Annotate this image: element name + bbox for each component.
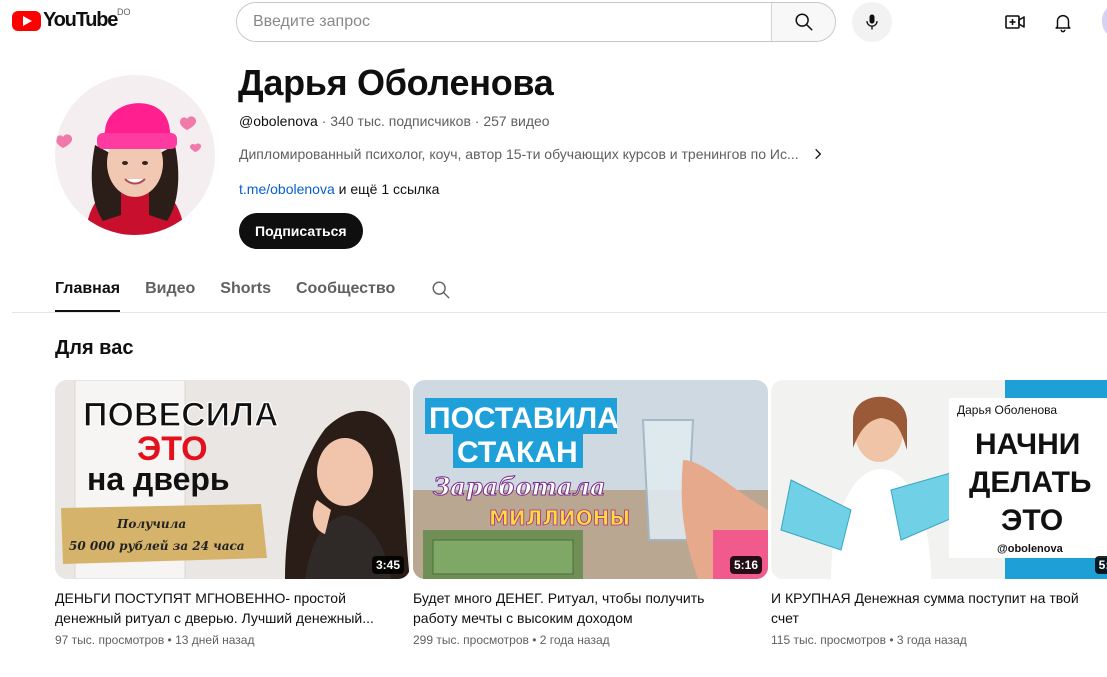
tab-shorts[interactable]: Shorts xyxy=(220,279,271,312)
thumb-text: НАЧНИ xyxy=(975,428,1080,461)
chevron-right-icon xyxy=(811,147,825,161)
view-count: 115 тыс. просмотров xyxy=(771,633,886,647)
subscribe-button[interactable]: Подписаться xyxy=(239,213,363,249)
thumb-text: ЭТО xyxy=(1001,504,1063,537)
thumb-text: СТАКАН xyxy=(457,436,578,469)
channel-stats: @obolenova · 340 тыс. подписчиков · 257 … xyxy=(239,113,550,129)
video-card[interactable]: Дарья Оболенова НАЧНИ ДЕЛАТЬ ЭТО @obolen… xyxy=(771,380,1107,647)
tab-search-button[interactable] xyxy=(430,279,452,312)
tab-home[interactable]: Главная xyxy=(55,279,121,312)
video-thumbnail[interactable]: Дарья Оболенова НАЧНИ ДЕЛАТЬ ЭТО @obolen… xyxy=(771,380,1107,579)
video-duration: 3:45 xyxy=(371,556,404,574)
create-button[interactable] xyxy=(1001,8,1029,36)
channel-handle: @obolenova xyxy=(239,113,318,129)
thumb-text: МИЛЛИОНЫ xyxy=(489,506,630,530)
thumb-text: @obolenova xyxy=(997,543,1064,555)
notifications-button[interactable] xyxy=(1049,8,1077,36)
tabs-divider xyxy=(12,312,1107,313)
upload-age: 2 года назад xyxy=(539,633,610,647)
video-duration: 5:16 xyxy=(729,556,762,574)
video-card[interactable]: ПОВЕСИЛА ЭТО на дверь Получила 50 000 ру… xyxy=(55,380,410,647)
youtube-wordmark: YouTube xyxy=(43,9,118,31)
telegram-link[interactable]: t.me/obolenova xyxy=(239,181,335,197)
thumb-text: ДЕЛАТЬ xyxy=(969,466,1092,499)
channel-name: Дарья Оболенова xyxy=(238,62,554,103)
upload-age: 13 дней назад xyxy=(175,633,255,647)
thumb-text: Заработала xyxy=(433,472,606,501)
video-meta: 97 тыс. просмотров • 13 дней назад xyxy=(55,633,255,647)
video-duration: 5:1 xyxy=(1094,556,1107,574)
subscriber-count: 340 тыс. подписчиков xyxy=(330,113,471,129)
voice-search-button[interactable] xyxy=(852,2,892,42)
channel-avatar xyxy=(55,75,215,235)
microphone-icon xyxy=(866,14,878,30)
video-title[interactable]: Будет много ДЕНЕГ. Ритуал, чтобы получит… xyxy=(413,588,768,628)
thumb-text: Получила xyxy=(116,517,186,531)
tab-community[interactable]: Сообщество xyxy=(296,279,395,312)
youtube-play-icon xyxy=(12,10,41,31)
thumb-text: на дверь xyxy=(87,461,230,497)
youtube-logo[interactable]: YouTube DO xyxy=(12,7,131,32)
channel-description[interactable]: Дипломированный психолог, коуч, автор 15… xyxy=(239,146,825,162)
thumb-text: Дарья Оболенова xyxy=(957,403,1057,417)
search-icon xyxy=(794,13,813,31)
video-thumbnail[interactable]: ПОСТАВИЛА СТАКАН Заработала МИЛЛИОНЫ 5:1… xyxy=(413,380,768,579)
bell-icon xyxy=(1055,14,1071,33)
channel-links: t.me/obolenova и ещё 1 ссылка xyxy=(239,181,439,197)
video-meta: 299 тыс. просмотров • 2 года назад xyxy=(413,633,610,647)
search-input[interactable] xyxy=(237,3,771,41)
search-bar xyxy=(236,2,836,42)
search-icon xyxy=(432,281,450,299)
video-title[interactable]: ДЕНЬГИ ПОСТУПЯТ МГНОВЕННО- простой денеж… xyxy=(55,588,410,628)
video-meta: 115 тыс. просмотров • 3 года назад xyxy=(771,633,967,647)
create-video-icon xyxy=(1005,15,1025,29)
account-avatar[interactable] xyxy=(1102,4,1107,38)
video-card[interactable]: ПОСТАВИЛА СТАКАН Заработала МИЛЛИОНЫ 5:1… xyxy=(413,380,768,647)
description-text: Дипломированный психолог, коуч, автор 15… xyxy=(239,146,799,162)
upload-age: 3 года назад xyxy=(896,633,967,647)
tab-videos[interactable]: Видео xyxy=(145,279,195,312)
video-title[interactable]: И КРУПНАЯ Денежная сумма поступит на тво… xyxy=(771,588,1107,628)
country-code: DO xyxy=(117,7,131,17)
channel-tabs: Главная Видео Shorts Сообщество xyxy=(55,279,477,312)
thumb-text: ПОСТАВИЛА xyxy=(429,402,619,435)
video-thumbnail[interactable]: ПОВЕСИЛА ЭТО на дверь Получила 50 000 ру… xyxy=(55,380,410,579)
search-button[interactable] xyxy=(771,3,835,41)
section-title: Для вас xyxy=(55,337,134,359)
view-count: 299 тыс. просмотров xyxy=(413,633,529,647)
view-count: 97 тыс. просмотров xyxy=(55,633,165,647)
video-count: 257 видео xyxy=(483,113,550,129)
thumb-text: 50 000 рублей за 24 часа xyxy=(69,539,245,553)
more-links[interactable]: и ещё 1 ссылка xyxy=(335,181,440,197)
thumb-text: ПОВЕСИЛА xyxy=(83,396,279,434)
